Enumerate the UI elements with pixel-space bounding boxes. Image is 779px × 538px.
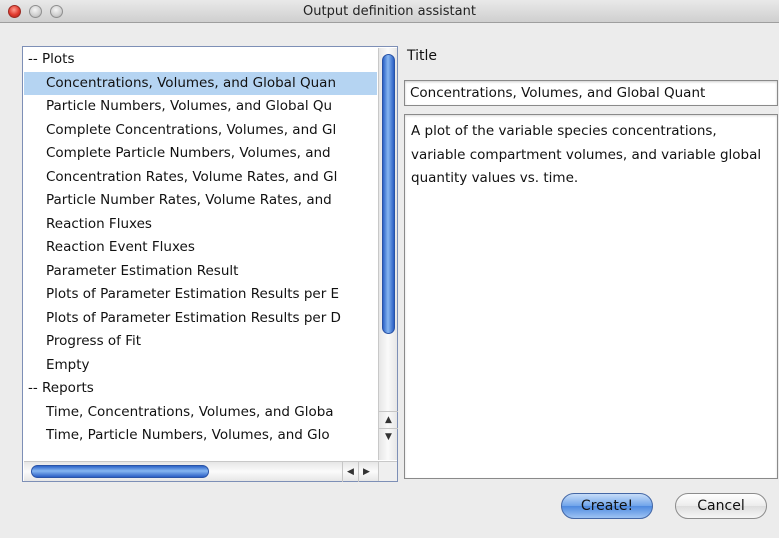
list-item[interactable]: Reaction Fluxes	[24, 213, 377, 237]
list-item[interactable]: Time, Particle Numbers, Volumes, and Glo	[24, 424, 377, 448]
cancel-button[interactable]: Cancel	[675, 493, 767, 519]
list-section-header[interactable]: -- Plots	[24, 48, 377, 72]
horizontal-scroll-thumb[interactable]	[31, 465, 209, 478]
list-item[interactable]: Reaction Event Fluxes	[24, 236, 377, 260]
list-item[interactable]: Complete Particle Numbers, Volumes, and	[24, 142, 377, 166]
list-item[interactable]: Concentrations, Volumes, and Global Quan	[24, 71, 377, 95]
list-item[interactable]: Particle Numbers, Volumes, and Global Qu	[24, 95, 377, 119]
title-field[interactable]: Concentrations, Volumes, and Global Quan…	[404, 80, 778, 106]
window-title: Output definition assistant	[303, 4, 476, 19]
scroll-down-arrow-icon[interactable]: ▼	[379, 428, 398, 445]
list-item[interactable]: Empty	[24, 354, 377, 378]
list-item[interactable]: Complete Concentrations, Volumes, and Gl	[24, 119, 377, 143]
window-titlebar: Output definition assistant	[0, 0, 779, 23]
list-item[interactable]: Concentration Rates, Volume Rates, and G…	[24, 166, 377, 190]
list-item[interactable]: Particle Number Rates, Volume Rates, and	[24, 189, 377, 213]
list-item[interactable]: Time, Concentrations, Volumes, and Globa	[24, 401, 377, 425]
title-label: Title	[407, 48, 438, 64]
list-section-header[interactable]: -- Reports	[24, 377, 377, 401]
list-item[interactable]: Progress of Fit	[24, 330, 377, 354]
vertical-scrollbar[interactable]: ▲ ▼	[378, 48, 398, 460]
create-button[interactable]: Create!	[561, 493, 653, 519]
vertical-scroll-thumb[interactable]	[382, 54, 395, 334]
list-item[interactable]: Plots of Parameter Estimation Results pe…	[24, 283, 377, 307]
output-list: -- Plots Concentrations, Volumes, and Glo…	[24, 48, 377, 461]
description-text-area[interactable]: A plot of the variable species concentra…	[404, 114, 778, 479]
output-list-panel: -- Plots Concentrations, Volumes, and Glo…	[22, 46, 398, 482]
scroll-corner	[378, 461, 397, 481]
scroll-up-arrow-icon[interactable]: ▲	[379, 411, 398, 428]
scroll-left-arrow-icon[interactable]: ◀	[342, 462, 358, 482]
list-item[interactable]: Plots of Parameter Estimation Results pe…	[24, 307, 377, 331]
list-item[interactable]: Parameter Estimation Result	[24, 260, 377, 284]
horizontal-scrollbar[interactable]: ◀ ▶	[24, 461, 397, 482]
scroll-right-arrow-icon[interactable]: ▶	[358, 462, 374, 482]
